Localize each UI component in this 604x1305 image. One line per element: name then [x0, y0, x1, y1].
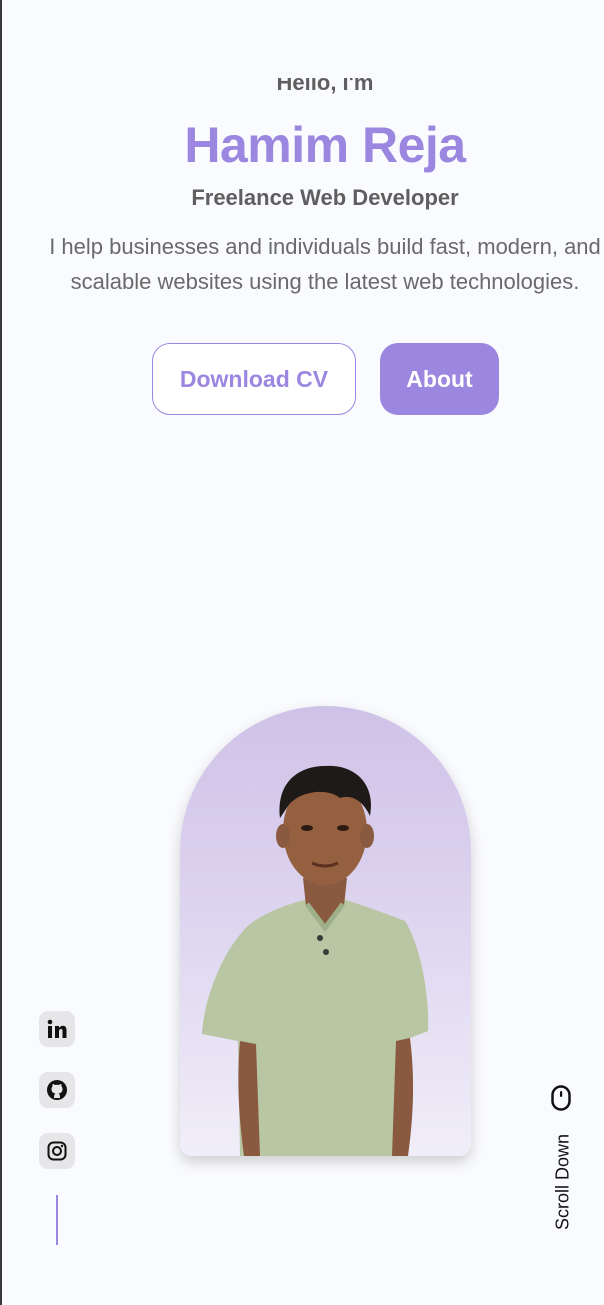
profile-photo [180, 706, 471, 1156]
hero-name: Hamim Reja [184, 117, 466, 173]
hero-description: I help businesses and individuals build … [49, 234, 601, 294]
instagram-icon [47, 1141, 67, 1161]
linkedin-icon [47, 1019, 67, 1038]
mouse-icon[interactable] [551, 1085, 571, 1111]
scroll-down-label[interactable]: Scroll Down [553, 1134, 574, 1230]
github-link[interactable] [39, 1072, 75, 1108]
download-cv-button[interactable]: Download CV [152, 343, 356, 415]
instagram-link[interactable] [39, 1133, 75, 1169]
linkedin-link[interactable] [39, 1011, 75, 1047]
social-divider-line [56, 1195, 58, 1245]
profile-portrait [202, 765, 429, 1156]
about-button[interactable]: About [380, 343, 499, 415]
github-icon [47, 1080, 67, 1100]
hero-role: Freelance Web Developer [191, 185, 459, 210]
greeting-text: Hello, I'm [276, 70, 374, 95]
